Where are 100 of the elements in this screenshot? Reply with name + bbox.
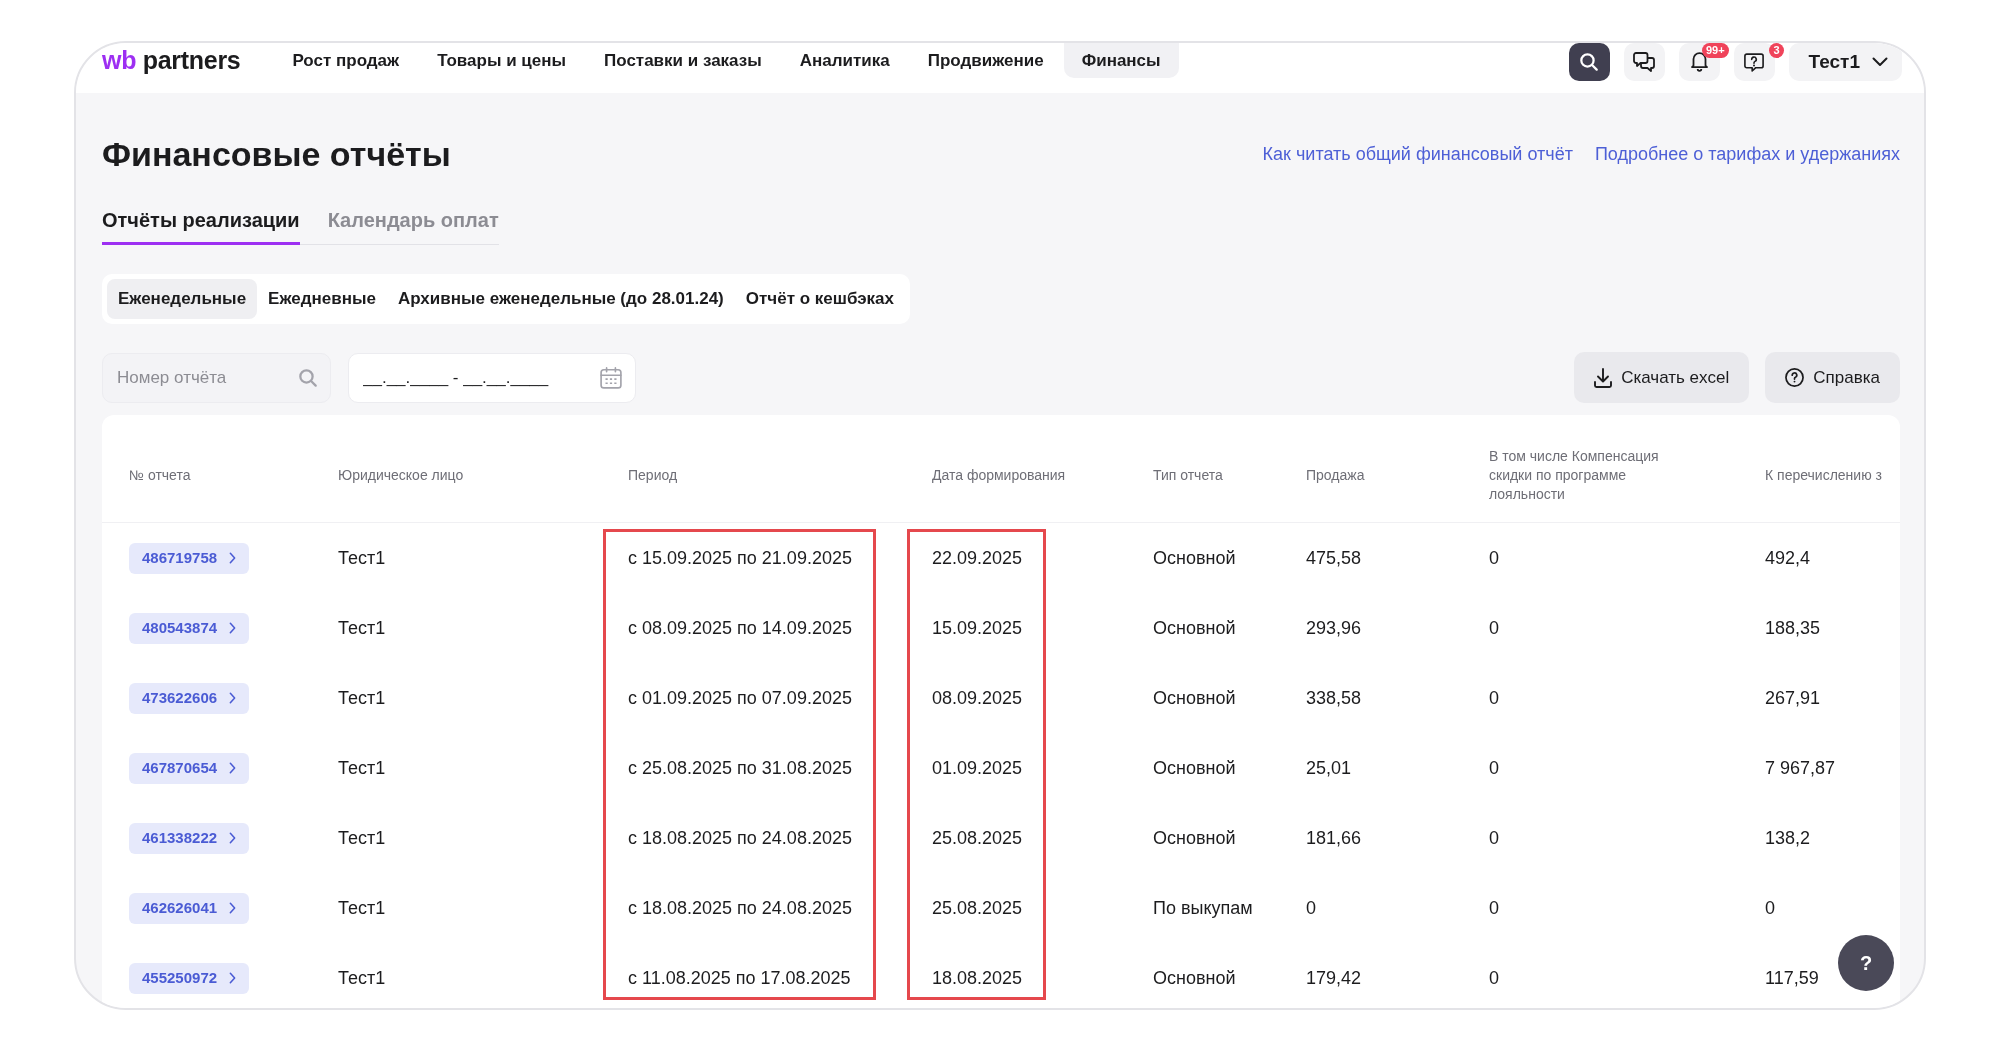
nav-link[interactable]: Финансы xyxy=(1063,43,1179,78)
sales-amount: 338,58 xyxy=(1306,687,1362,708)
chevron-right-icon xyxy=(229,902,237,914)
nav-link[interactable]: Рост продаж xyxy=(274,43,418,78)
sales-amount: 293,96 xyxy=(1306,617,1362,638)
report-type: По выкупам xyxy=(1153,897,1253,918)
column-header: Юридическое лицо xyxy=(338,467,464,483)
creation-date: 01.09.2025 xyxy=(932,757,1023,778)
download-icon xyxy=(1594,367,1613,388)
creation-date: 25.08.2025 xyxy=(932,897,1023,918)
period-text: с 08.09.2025 по 14.09.2025 xyxy=(628,617,852,638)
logo: wb partners xyxy=(102,45,241,75)
sales-amount: 0 xyxy=(1306,897,1316,918)
sales-amount: 181,66 xyxy=(1306,827,1362,848)
payout-amount: 492,4 xyxy=(1765,547,1811,568)
payout-amount: 0 xyxy=(1765,897,1775,918)
report-number-link[interactable]: 455250972 xyxy=(129,962,250,994)
help-link[interactable]: Подробнее о тарифах и удержаниях xyxy=(1594,140,1900,168)
period-text: с 01.09.2025 по 07.09.2025 xyxy=(628,687,852,708)
legal-entity-name: Тест1 xyxy=(338,617,386,638)
compensation-amount: 0 xyxy=(1489,827,1499,848)
user-menu-button[interactable]: Тест1 xyxy=(1788,43,1902,81)
tab[interactable]: Отчёты реализации xyxy=(102,208,300,245)
sales-amount: 475,58 xyxy=(1306,547,1362,568)
compensation-amount: 0 xyxy=(1489,897,1499,918)
period-text: с 15.09.2025 по 21.09.2025 xyxy=(628,547,852,568)
chat-bubbles-icon xyxy=(1633,52,1656,72)
report-type: Основной xyxy=(1153,617,1236,638)
period-text: с 18.08.2025 по 24.08.2025 xyxy=(628,827,852,848)
report-number-link[interactable]: 467870654 xyxy=(129,752,250,784)
download-button[interactable]: Скачать excel xyxy=(1574,352,1750,403)
legal-entity-name: Тест1 xyxy=(338,827,386,848)
nav-link[interactable]: Аналитика xyxy=(781,43,908,78)
report-type-option[interactable]: Архивные еженедельные (до 28.01.24) xyxy=(386,279,735,319)
page-title: Финансовые отчёты xyxy=(102,134,451,175)
question-circle-icon xyxy=(1785,368,1805,387)
nav-link[interactable]: Поставки и заказы xyxy=(586,43,780,78)
nav-link[interactable]: Продвижение xyxy=(909,43,1062,78)
date-range-field[interactable]: __.__.____ - __.__.____ xyxy=(348,352,636,403)
creation-date: 25.08.2025 xyxy=(932,827,1023,848)
compensation-amount: 0 xyxy=(1489,757,1499,778)
nav-link[interactable]: Товары и цены xyxy=(419,43,584,78)
help-link[interactable]: Как читать общий финансовый отчёт xyxy=(1262,140,1573,168)
legal-entity-name: Тест1 xyxy=(338,547,386,568)
chat-button[interactable] xyxy=(1623,43,1665,81)
compensation-amount: 0 xyxy=(1489,547,1499,568)
search-icon xyxy=(299,368,317,387)
sales-amount: 179,42 xyxy=(1306,967,1362,988)
payout-amount: 188,35 xyxy=(1765,617,1821,638)
count-badge: 3 xyxy=(1769,43,1784,58)
chevron-right-icon xyxy=(229,762,237,774)
calendar-icon xyxy=(600,366,622,389)
bell-icon xyxy=(1690,52,1708,72)
creation-date: 18.08.2025 xyxy=(932,967,1023,988)
creation-date: 22.09.2025 xyxy=(932,547,1023,568)
question-bubble-icon xyxy=(1744,52,1765,72)
period-text: с 18.08.2025 по 24.08.2025 xyxy=(628,897,852,918)
chevron-right-icon xyxy=(229,692,237,704)
compensation-amount: 0 xyxy=(1489,687,1499,708)
report-type: Основной xyxy=(1153,967,1236,988)
creation-date: 08.09.2025 xyxy=(932,687,1023,708)
chevron-down-icon xyxy=(1872,57,1888,67)
report-type-option[interactable]: Ежедневные xyxy=(257,279,387,319)
legal-entity-name: Тест1 xyxy=(338,897,386,918)
report-number-link[interactable]: 461338222 xyxy=(129,822,250,854)
legal-entity-name: Тест1 xyxy=(338,757,386,778)
report-type-option[interactable]: Еженедельные xyxy=(107,279,258,319)
column-header: Тип отчета xyxy=(1153,467,1223,483)
report-type: Основной xyxy=(1153,547,1236,568)
payout-amount: 7 967,87 xyxy=(1765,757,1836,778)
chevron-right-icon xyxy=(229,622,237,634)
report-number-field[interactable]: Номер отчёта xyxy=(102,352,331,403)
column-header: Период xyxy=(628,467,678,483)
payout-amount: 117,59 xyxy=(1765,967,1819,988)
compensation-amount: 0 xyxy=(1489,967,1499,988)
column-header: К перечислению з xyxy=(1765,467,1882,483)
column-header: Продажа xyxy=(1306,467,1365,483)
report-type: Основной xyxy=(1153,827,1236,848)
column-header: № отчета xyxy=(129,467,191,483)
report-number-link[interactable]: 473622606 xyxy=(129,682,250,714)
report-type: Основной xyxy=(1153,687,1236,708)
column-header: Дата формирования xyxy=(932,467,1066,483)
payout-amount: 138,2 xyxy=(1765,827,1811,848)
report-number-link[interactable]: 462626041 xyxy=(129,892,250,924)
payout-amount: 267,91 xyxy=(1765,687,1821,708)
compensation-amount: 0 xyxy=(1489,617,1499,638)
report-type-option[interactable]: Отчёт о кешбэках xyxy=(734,279,906,319)
reference-button[interactable]: Справка xyxy=(1765,352,1900,403)
report-type: Основной xyxy=(1153,757,1236,778)
legal-entity-name: Тест1 xyxy=(338,967,386,988)
legal-entity-name: Тест1 xyxy=(338,687,386,708)
creation-date: 15.09.2025 xyxy=(932,617,1023,638)
search-button[interactable] xyxy=(1568,43,1610,81)
sales-amount: 25,01 xyxy=(1306,757,1352,778)
period-text: с 11.08.2025 по 17.08.2025 xyxy=(628,967,851,988)
report-number-link[interactable]: 486719758 xyxy=(129,542,250,574)
column-header: В том числе Компенсация скидки по программе лояльности xyxy=(1489,447,1660,504)
report-number-link[interactable]: 480543874 xyxy=(129,612,250,644)
chevron-right-icon xyxy=(229,832,237,844)
chevron-right-icon xyxy=(229,552,237,564)
